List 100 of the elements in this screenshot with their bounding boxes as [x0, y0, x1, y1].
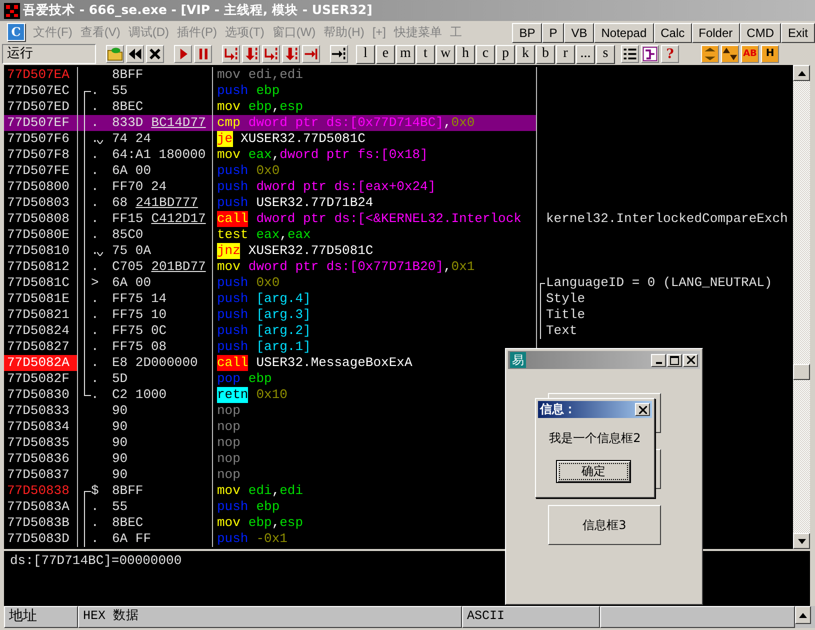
operand: [arg.4] — [256, 291, 311, 307]
address-cell: 77D507FE — [4, 163, 78, 179]
hex-bytes: C412D17 — [151, 211, 206, 227]
status-field: 运行 — [2, 44, 96, 64]
hex-bytes: 201BD77 — [151, 259, 206, 275]
comment: Style — [546, 291, 586, 306]
mnemonic: mov — [217, 147, 240, 163]
mnemonic: nop — [217, 419, 240, 435]
letter-button[interactable]: c — [476, 44, 495, 64]
operand: eax — [256, 227, 280, 243]
operand: 0x0 — [256, 275, 280, 291]
address-cell: 77D5082A — [4, 355, 78, 371]
mnemonic: push — [217, 531, 248, 547]
operand: ebp — [248, 99, 272, 115]
app-button[interactable]: C — [7, 23, 25, 41]
hex-bytes: 8BFF — [112, 67, 144, 83]
letter-button[interactable]: l — [356, 44, 375, 64]
operand: , — [443, 115, 452, 131]
address-cell: 77D50821 — [4, 307, 78, 323]
address-cell: 77D50836 — [4, 451, 78, 467]
address-cell: 77D50837 — [4, 467, 78, 483]
letter-button[interactable]: e — [376, 44, 395, 64]
quick-button[interactable]: Folder — [692, 23, 740, 43]
operand: ebp — [256, 83, 280, 99]
operand: esp — [280, 515, 304, 531]
letter-button[interactable]: m — [396, 44, 415, 64]
hex-bytes: 85C0 — [112, 227, 144, 243]
mnemonic: push — [217, 291, 248, 307]
flow-mark: . — [91, 163, 99, 179]
quick-button[interactable]: VB — [564, 23, 594, 43]
flow-mark: . — [91, 323, 99, 339]
flow-mark: . — [91, 147, 99, 163]
mnemonic: mov — [217, 67, 240, 83]
quick-button[interactable]: CMD — [740, 23, 781, 43]
operand: , — [272, 483, 280, 499]
mnemonic: mov — [217, 483, 240, 499]
letter-button[interactable]: r — [556, 44, 575, 64]
address-cell: 77D5082F — [4, 371, 78, 387]
hex-bytes: 6A FF — [112, 531, 152, 547]
address-cell: 77D5083B — [4, 515, 78, 531]
letter-button[interactable]: w — [436, 44, 455, 64]
hex-bytes: C2 1000 — [112, 387, 167, 403]
hex-bytes: 6A 00 — [112, 163, 152, 179]
flow-mark: . — [91, 499, 99, 515]
operand: 0x10 — [256, 387, 288, 403]
mnemonic: push — [217, 179, 248, 195]
flow-mark: . — [91, 131, 103, 147]
quick-button[interactable]: Calc — [654, 23, 692, 43]
letter-button[interactable]: t — [416, 44, 435, 64]
address-cell: 77D50824 — [4, 323, 78, 339]
hex-bytes: 55 — [112, 499, 128, 515]
quick-button[interactable]: BP — [512, 23, 542, 43]
quick-button[interactable]: Notepad — [594, 23, 654, 43]
mnemonic: call — [217, 355, 248, 371]
hex-bytes: 90 — [112, 419, 128, 435]
operand: edi — [248, 483, 272, 499]
help-button[interactable]: ? — [661, 45, 679, 63]
column-header[interactable]: 地址 — [4, 606, 78, 628]
mnemonic: push — [217, 195, 248, 211]
hex-bytes: 90 — [112, 467, 128, 483]
letter-button[interactable]: ... — [576, 44, 595, 64]
hex-bytes: 833D — [112, 115, 144, 131]
mnemonic: call — [217, 211, 248, 227]
operand: esp — [280, 99, 304, 115]
hex-bytes: FF70 24 — [112, 179, 167, 195]
flow-mark: . — [91, 179, 99, 195]
comment: Title — [546, 307, 586, 322]
info-text: ds:[77D714BC]=00000000 — [9, 552, 183, 570]
hex-bytes: FF75 14 — [112, 291, 167, 307]
operand: dword ptr ds:[<&KERNEL32.Interlock — [256, 211, 522, 227]
flow-mark: > — [91, 275, 99, 291]
letter-button[interactable]: b — [536, 44, 555, 64]
hex-bytes: 8BEC — [112, 99, 144, 115]
letter-button[interactable]: s — [596, 44, 615, 64]
hex-button[interactable]: H — [761, 45, 779, 63]
letter-button[interactable]: h — [456, 44, 475, 64]
address-cell: 77D50838 — [4, 483, 78, 499]
ok-button[interactable]: 确定 — [556, 460, 631, 483]
address-cell: 77D507F6 — [4, 131, 78, 147]
flow-mark: . — [91, 243, 103, 259]
quick-button[interactable]: Exit — [780, 23, 815, 43]
hex-bytes: BC14D77 — [151, 115, 206, 131]
flow-mark: . — [91, 339, 99, 355]
column-header[interactable]: HEX 数据 — [78, 606, 462, 628]
operand: , — [272, 99, 280, 115]
address-cell: 77D50833 — [4, 403, 78, 419]
address-cell: 77D50834 — [4, 419, 78, 435]
flow-mark: . — [91, 211, 99, 227]
column-header[interactable]: ASCII — [462, 606, 600, 628]
quick-button[interactable]: P — [542, 23, 564, 43]
dialog-button[interactable]: 信息框3 — [548, 505, 661, 545]
hex-bytes: FF75 0C — [112, 323, 167, 339]
hex-bytes: 68 — [112, 195, 128, 211]
operand: edi — [280, 483, 304, 499]
hex-bytes: 90 — [112, 435, 128, 451]
operand: USER32.77D71B24 — [256, 195, 374, 211]
mnemonic: nop — [217, 451, 240, 467]
letter-button[interactable]: p — [496, 44, 515, 64]
letter-button[interactable]: k — [516, 44, 535, 64]
window-title: 吾爱技术 - 666_se.exe - [VIP - 主线程, 模块 - USER32] — [23, 2, 372, 19]
